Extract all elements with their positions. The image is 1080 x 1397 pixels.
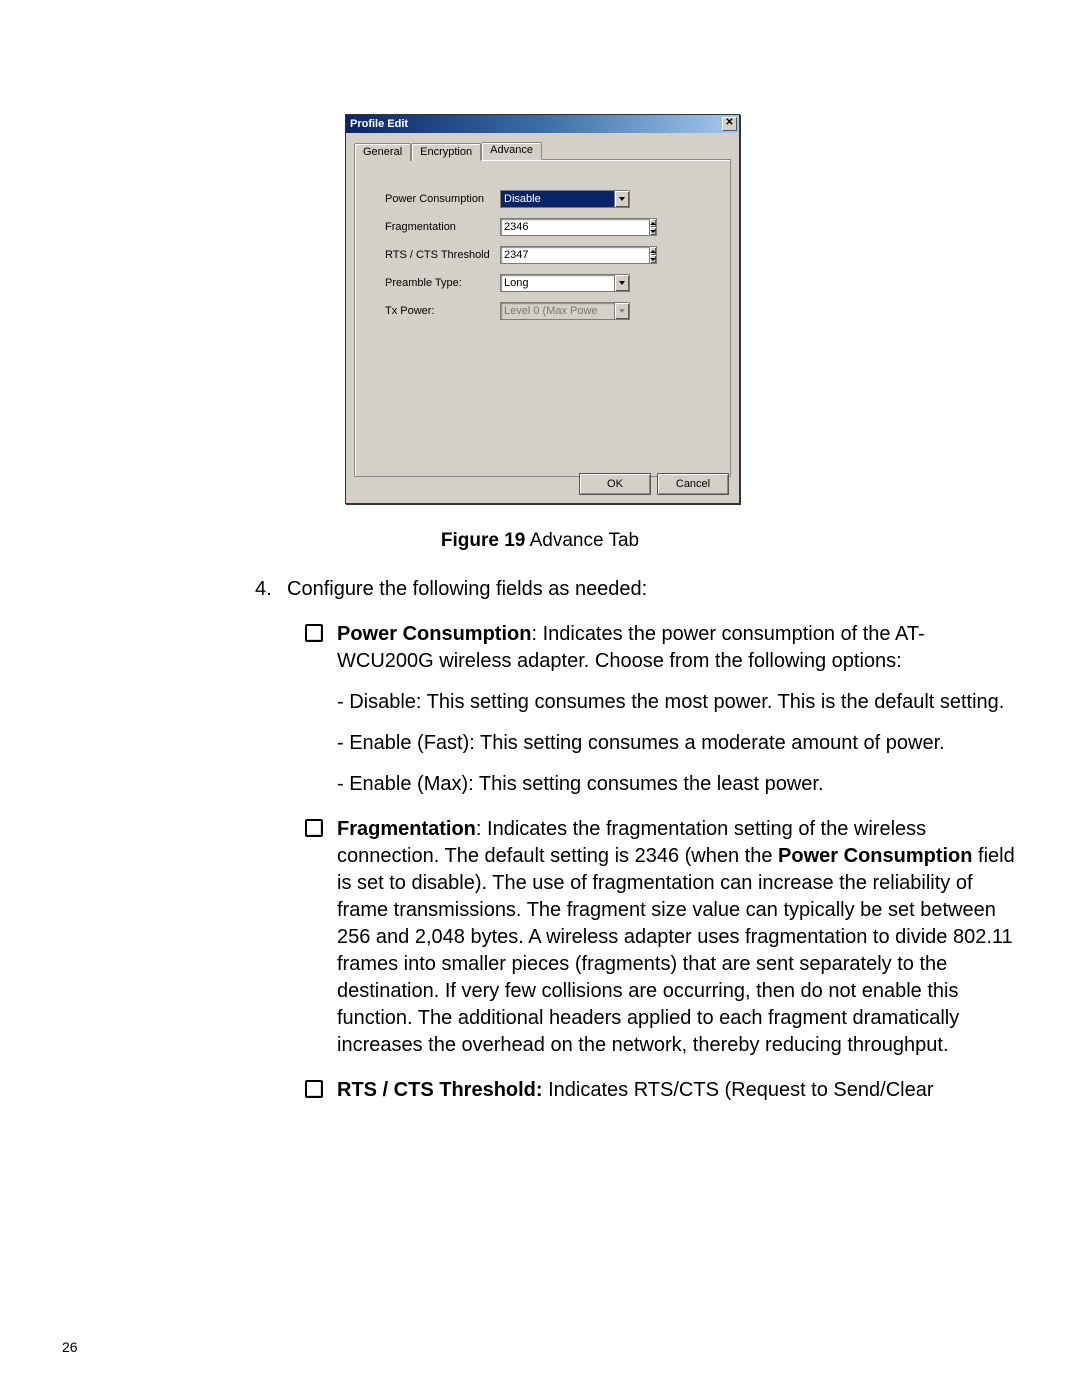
checkbox-bullet-icon	[305, 1080, 323, 1098]
sub-line: - Enable (Fast): This setting consumes a…	[337, 730, 1020, 757]
tx-power-label: Tx Power:	[385, 305, 500, 317]
power-consumption-dropdown[interactable]: Disable	[500, 190, 630, 208]
figure-label: Figure 19	[441, 530, 525, 551]
chevron-down-icon[interactable]	[614, 275, 629, 291]
term-fragmentation: Fragmentation	[337, 818, 476, 840]
fragmentation-stepper[interactable]	[500, 218, 630, 236]
list-item: RTS / CTS Threshold: Indicates RTS/CTS (…	[305, 1077, 1020, 1104]
advance-tab-panel: Power Consumption Disable Fragmentation	[354, 159, 731, 477]
document-body: Figure 19 Advance Tab 4. Configure the f…	[60, 530, 1020, 1122]
chevron-down-icon[interactable]	[614, 191, 629, 207]
figure-caption: Figure 19 Advance Tab	[60, 530, 1020, 552]
preamble-type-label: Preamble Type:	[385, 277, 500, 289]
rts-cts-stepper[interactable]	[500, 246, 630, 264]
list-item: Fragmentation: Indicates the fragmentati…	[305, 816, 1020, 1059]
cancel-button[interactable]: Cancel	[657, 473, 729, 495]
checkbox-bullet-icon	[305, 819, 323, 837]
term-rts-cts: RTS / CTS Threshold:	[337, 1079, 543, 1101]
fragmentation-label: Fragmentation	[385, 221, 500, 233]
stepper-down-icon[interactable]	[650, 227, 656, 235]
tab-encryption[interactable]: Encryption	[411, 143, 481, 161]
ok-button[interactable]: OK	[579, 473, 651, 495]
page-number: 26	[62, 1339, 78, 1355]
figure-caption-text: Advance Tab	[525, 530, 639, 551]
tab-advance[interactable]: Advance	[481, 142, 542, 160]
chevron-down-icon	[614, 303, 629, 319]
sub-line: - Disable: This setting consumes the mos…	[337, 689, 1020, 716]
rts-cts-label: RTS / CTS Threshold	[385, 249, 500, 261]
preamble-type-dropdown[interactable]: Long	[500, 274, 630, 292]
list-item: Power Consumption: Indicates the power c…	[305, 621, 1020, 798]
power-consumption-label: Power Consumption	[385, 193, 500, 205]
text: Indicates RTS/CTS (Request to Send/Clear	[543, 1079, 934, 1101]
dialog-title: Profile Edit	[350, 118, 408, 130]
tx-power-value: Level 0 (Max Powe	[501, 303, 614, 319]
fragmentation-input[interactable]	[500, 218, 650, 236]
checkbox-bullet-icon	[305, 624, 323, 642]
close-icon[interactable]: ✕	[722, 117, 737, 131]
inline-bold: Power Consumption	[778, 845, 972, 867]
term-power-consumption: Power Consumption	[337, 623, 531, 645]
stepper-up-icon[interactable]	[650, 247, 656, 255]
titlebar: Profile Edit ✕	[346, 115, 739, 133]
text: field is set to disable). The use of fra…	[337, 845, 1015, 1056]
sub-line: - Enable (Max): This setting consumes th…	[337, 771, 1020, 798]
step-4: 4. Configure the following fields as nee…	[255, 578, 1020, 601]
step-number: 4.	[255, 578, 287, 601]
stepper-up-icon[interactable]	[650, 219, 656, 227]
profile-edit-dialog: Profile Edit ✕ General Encryption Advanc…	[345, 114, 740, 504]
tab-strip: General Encryption Advance	[354, 142, 731, 160]
stepper-down-icon[interactable]	[650, 255, 656, 263]
tx-power-dropdown: Level 0 (Max Powe	[500, 302, 630, 320]
rts-cts-input[interactable]	[500, 246, 650, 264]
tab-general[interactable]: General	[354, 143, 411, 161]
step-text: Configure the following fields as needed…	[287, 578, 647, 601]
preamble-type-value: Long	[501, 275, 614, 291]
power-consumption-value: Disable	[501, 191, 614, 207]
